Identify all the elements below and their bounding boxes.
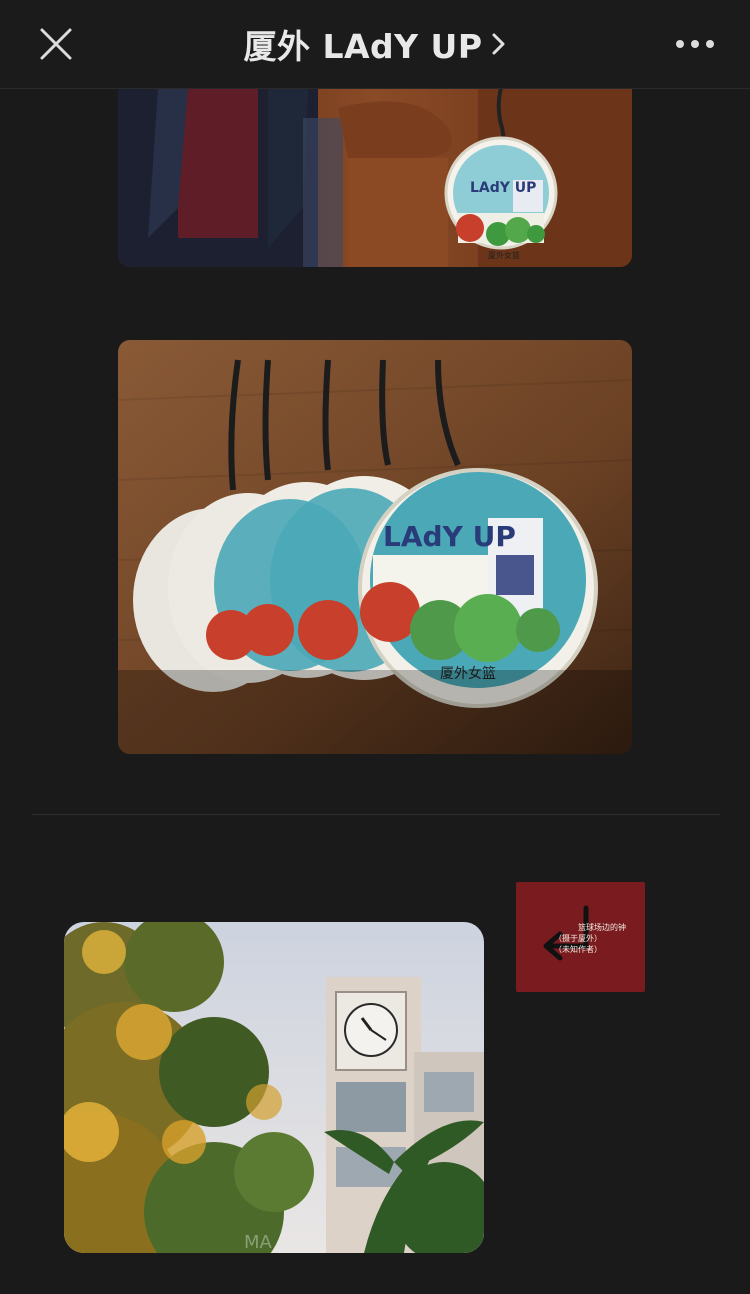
more-dots-icon bbox=[676, 40, 714, 48]
watermark-text: MA bbox=[244, 1232, 273, 1253]
account-title-text: 厦外 LAdY UP bbox=[243, 27, 483, 66]
section-divider bbox=[32, 814, 720, 815]
clock-tower-illustration: MA bbox=[64, 922, 484, 1253]
badge-caption: 厦外女篮 bbox=[488, 250, 520, 260]
keychains-row-illustration: LAdY UP 厦外女篮 bbox=[118, 340, 632, 754]
chevron-right-icon bbox=[492, 33, 505, 55]
badge-text: LAdY UP bbox=[383, 520, 516, 553]
close-icon bbox=[40, 28, 72, 60]
caption-line-1: 篮球场边的钟 bbox=[578, 923, 626, 932]
account-title[interactable]: 厦外 LAdY UP bbox=[243, 20, 506, 68]
badge-text: LAdY UP bbox=[470, 180, 536, 196]
thumbnail-caption: 篮球场边的钟 （摄于厦外） （未知作者） bbox=[554, 922, 626, 955]
keychains-row-photo[interactable]: LAdY UP 厦外女篮 bbox=[118, 340, 632, 754]
clock-tower-photo[interactable]: MA bbox=[64, 922, 484, 1253]
keychain-hanging-photo[interactable]: LAdY UP 厦外女篮 bbox=[118, 88, 632, 267]
caption-thumbnail[interactable]: 篮球场边的钟 （摄于厦外） （未知作者） bbox=[516, 882, 645, 992]
caption-line-3: （未知作者） bbox=[554, 945, 602, 954]
close-button[interactable] bbox=[30, 22, 82, 66]
more-button[interactable] bbox=[668, 28, 722, 60]
caption-line-2: （摄于厦外） bbox=[554, 934, 602, 943]
keychain-hanging-illustration: LAdY UP 厦外女篮 bbox=[118, 88, 632, 267]
top-bar: 厦外 LAdY UP bbox=[0, 0, 750, 89]
